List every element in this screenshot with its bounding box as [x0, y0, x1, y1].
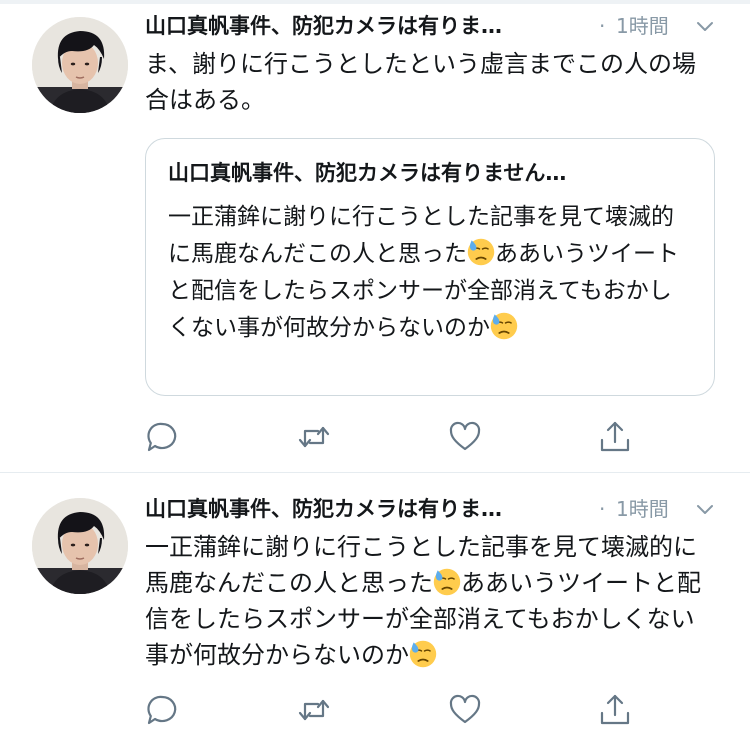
- chevron-down-icon[interactable]: [693, 498, 717, 520]
- reply-icon[interactable]: [145, 693, 179, 727]
- quoted-tweet[interactable]: 山口真帆事件、防犯カメラは有りません… 一正蒲鉾に謝りに行こうとした記事を見て壊…: [145, 138, 715, 396]
- tweet-actions: [145, 693, 645, 727]
- quoted-author-name: 山口真帆事件、防犯カメラは有りません…: [168, 161, 567, 185]
- downcast-face-with-sweat-emoji: [490, 312, 518, 340]
- separator-dot: ·: [599, 14, 606, 38]
- avatar[interactable]: [32, 17, 128, 113]
- heart-icon[interactable]: [448, 693, 482, 727]
- heart-icon[interactable]: [448, 420, 482, 454]
- retweet-icon[interactable]: [297, 693, 331, 727]
- tweet[interactable]: 山口真帆事件、防犯カメラは有りま… · 1時間 一正蒲鉾に謝りに行こうとした記事…: [0, 473, 750, 750]
- author-name[interactable]: 山口真帆事件、防犯カメラは有りま…: [145, 492, 593, 526]
- tweet-text: ま、謝りに行こうとしたという虚言までこの人の場合はある。: [145, 50, 697, 114]
- quoted-text: 一正蒲鉾に謝りに行こうとした記事を見て壊滅的に馬鹿なんだこの人と思った ああいうツ…: [168, 199, 688, 347]
- share-icon[interactable]: [598, 420, 632, 454]
- timestamp[interactable]: 1時間: [616, 492, 669, 526]
- share-icon[interactable]: [598, 693, 632, 727]
- retweet-icon[interactable]: [297, 420, 331, 454]
- downcast-face-with-sweat-emoji: [409, 640, 437, 668]
- tweet-actions: [145, 420, 645, 454]
- tweet-header: 山口真帆事件、防犯カメラは有りま… · 1時間: [145, 492, 725, 526]
- author-name[interactable]: 山口真帆事件、防犯カメラは有りま…: [145, 9, 593, 43]
- downcast-face-with-sweat-emoji: [467, 238, 495, 266]
- tweet-header: 山口真帆事件、防犯カメラは有りま… · 1時間: [145, 9, 725, 43]
- tweet[interactable]: 山口真帆事件、防犯カメラは有りま… · 1時間 ま、謝りに行こうとしたという虚言…: [0, 0, 750, 472]
- timestamp[interactable]: 1時間: [616, 9, 669, 43]
- avatar[interactable]: [32, 498, 128, 594]
- separator-dot: ·: [599, 497, 606, 521]
- tweet-text: 一正蒲鉾に謝りに行こうとした記事を見て壊滅的に馬鹿なんだこの人と思った ああいうツ…: [145, 529, 705, 673]
- reply-icon[interactable]: [145, 420, 179, 454]
- downcast-face-with-sweat-emoji: [433, 568, 461, 596]
- chevron-down-icon[interactable]: [693, 15, 717, 37]
